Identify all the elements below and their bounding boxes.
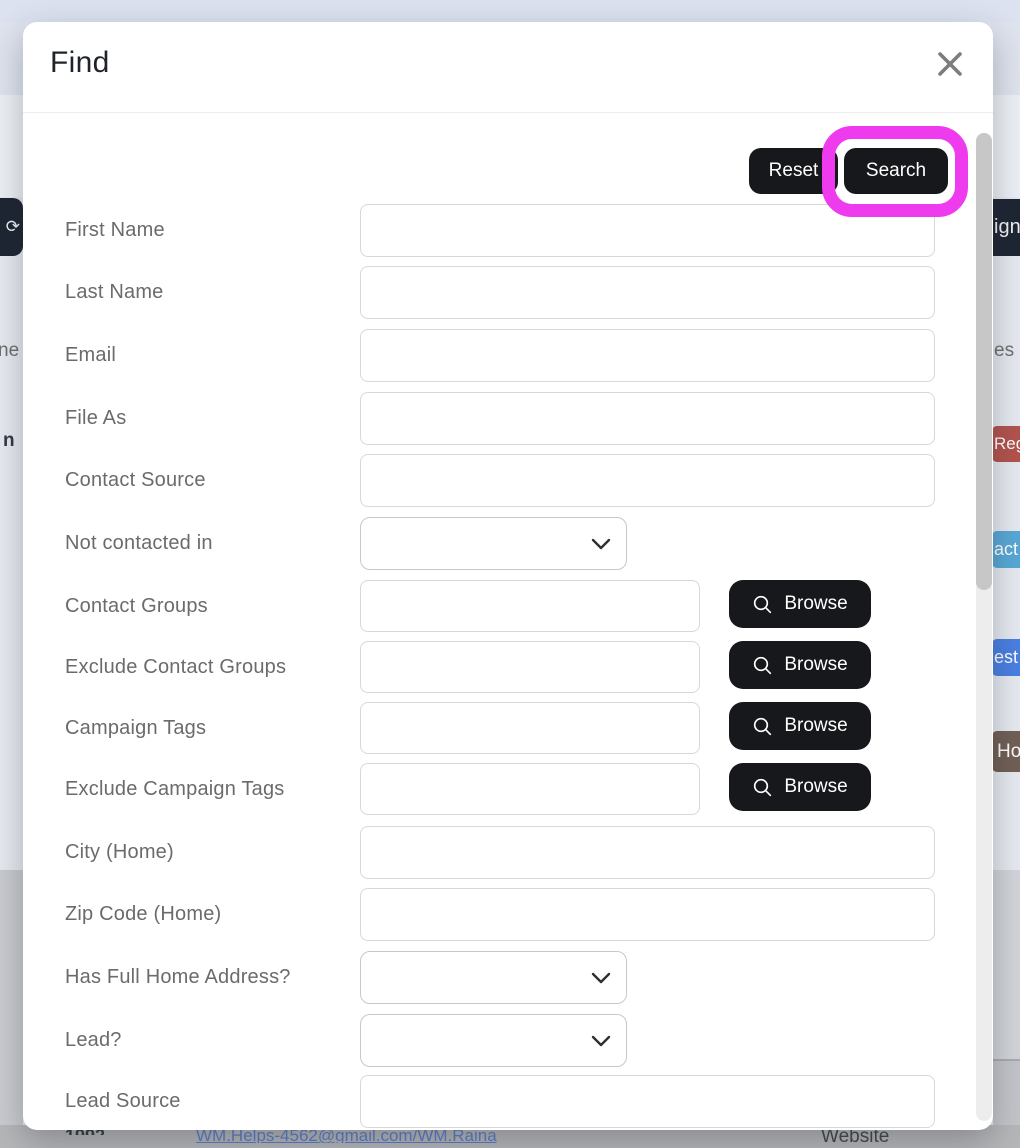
form-row: City (Home) [23, 826, 993, 879]
browse-exclude-contact-groups-button[interactable]: Browse [729, 641, 871, 689]
form-row: Last Name [23, 266, 993, 319]
field-label: Last Name [65, 266, 164, 319]
text-fragment: es [994, 340, 1020, 362]
refresh-button-fragment[interactable]: ⟳ [0, 198, 23, 256]
exclude-contact-groups-input[interactable] [360, 641, 700, 693]
form-row: Zip Code (Home) [23, 888, 993, 941]
field-label: Not contacted in [65, 517, 213, 570]
browse-label: Browse [784, 776, 847, 798]
background-top-strip [0, 0, 1020, 22]
form-row: Not contacted in [23, 517, 993, 570]
form-row: Lead Source [23, 1075, 993, 1128]
field-label: City (Home) [65, 826, 174, 879]
exclude-campaign-tags-input[interactable] [360, 763, 700, 815]
search-button[interactable]: Search [844, 148, 948, 194]
modal-title: Find [50, 46, 110, 80]
close-button[interactable] [929, 43, 971, 85]
refresh-icon: ⟳ [6, 217, 20, 237]
form-row: Exclude Contact Groups Browse [23, 641, 993, 694]
status-badge: est [992, 639, 1020, 676]
find-modal: Find Reset Search First Name Last Name E… [23, 22, 993, 1130]
lead-source-input[interactable] [360, 1075, 935, 1128]
text-fragment: ne [0, 340, 24, 362]
form-row: Has Full Home Address? [23, 951, 993, 1004]
status-badge: act [992, 531, 1020, 568]
magnifier-icon [752, 777, 773, 798]
form-row: Exclude Campaign Tags Browse [23, 763, 993, 816]
status-badge: Reg [992, 426, 1020, 462]
browse-exclude-campaign-tags-button[interactable]: Browse [729, 763, 871, 811]
field-label: Email [65, 329, 116, 382]
field-label: Zip Code (Home) [65, 888, 221, 941]
field-label: Lead? [65, 1014, 122, 1067]
field-label: Campaign Tags [65, 702, 206, 755]
field-label: Lead Source [65, 1075, 181, 1128]
modal-scrollbar-thumb[interactable] [976, 133, 992, 590]
field-label: File As [65, 392, 126, 445]
contact-source-input[interactable] [360, 454, 935, 507]
text-fragment: n [3, 430, 23, 452]
form-row: Campaign Tags Browse [23, 702, 993, 755]
campaign-tags-input[interactable] [360, 702, 700, 754]
form-row: Contact Source [23, 454, 993, 507]
fragment-label: ign [994, 216, 1020, 239]
background-right-dim [993, 870, 1020, 1060]
browse-label: Browse [784, 715, 847, 737]
has-full-home-address-select[interactable] [360, 951, 627, 1004]
chevron-down-icon [590, 1033, 612, 1049]
browse-label: Browse [784, 593, 847, 615]
zip-code-home-input[interactable] [360, 888, 935, 941]
x-icon [931, 45, 969, 83]
chevron-down-icon [590, 970, 612, 986]
magnifier-icon [752, 594, 773, 615]
form-row: Lead? [23, 1014, 993, 1067]
modal-header: Find [23, 22, 993, 113]
email-input[interactable] [360, 329, 935, 382]
contact-groups-input[interactable] [360, 580, 700, 632]
magnifier-icon [752, 655, 773, 676]
field-label: Exclude Campaign Tags [65, 763, 285, 816]
field-label: First Name [65, 204, 165, 257]
field-label: Contact Groups [65, 580, 208, 633]
browse-label: Browse [784, 654, 847, 676]
first-name-input[interactable] [360, 204, 935, 257]
magnifier-icon [752, 716, 773, 737]
last-name-input[interactable] [360, 266, 935, 319]
form-row: First Name [23, 204, 993, 257]
not-contacted-in-select[interactable] [360, 517, 627, 570]
field-label: Contact Source [65, 454, 206, 507]
screen: ⟳ ign ne es n Reg act est Ho 1992 WM.Hel… [0, 0, 1020, 1148]
form-row: File As [23, 392, 993, 445]
browse-contact-groups-button[interactable]: Browse [729, 580, 871, 628]
field-label: Has Full Home Address? [65, 951, 291, 1004]
chevron-down-icon [590, 536, 612, 552]
lead-select[interactable] [360, 1014, 627, 1067]
form-row: Email [23, 329, 993, 382]
background-table-divider [993, 1059, 1020, 1061]
dark-button-fragment[interactable]: ign [993, 199, 1020, 256]
form-row: Contact Groups Browse [23, 580, 993, 633]
browse-campaign-tags-button[interactable]: Browse [729, 702, 871, 750]
city-home-input[interactable] [360, 826, 935, 879]
field-label: Exclude Contact Groups [65, 641, 286, 694]
file-as-input[interactable] [360, 392, 935, 445]
reset-button[interactable]: Reset [749, 148, 838, 194]
background-left-dim [0, 870, 23, 1148]
status-badge: Ho [992, 731, 1020, 772]
